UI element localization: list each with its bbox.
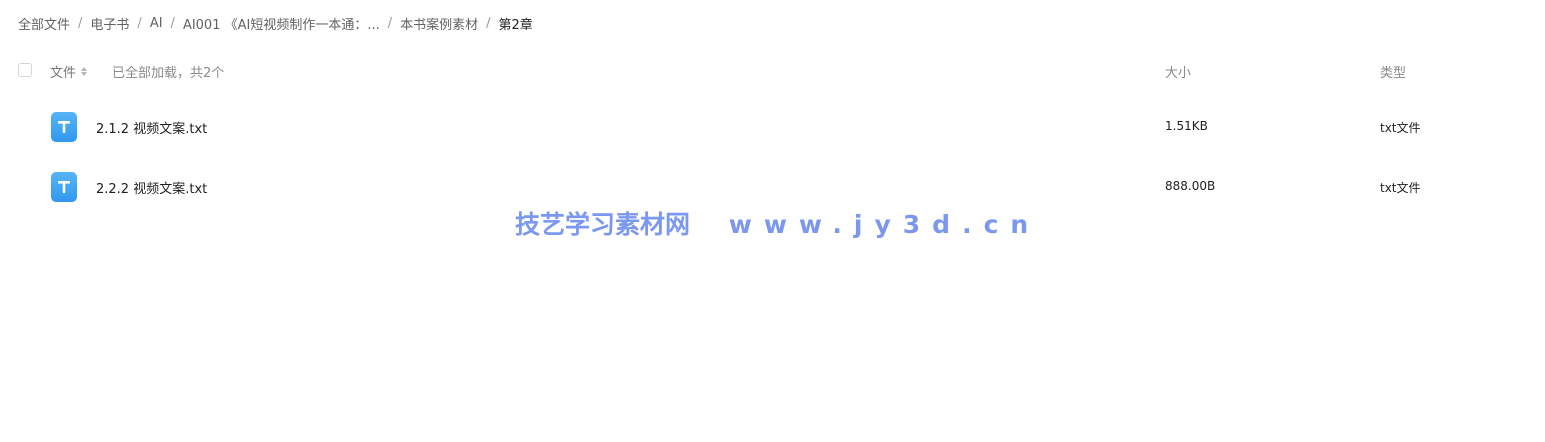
breadcrumb-separator: /: [486, 15, 491, 31]
breadcrumb-separator: /: [170, 15, 175, 31]
watermark-url: www.jy3d.cn: [728, 210, 1041, 239]
breadcrumb-ebook[interactable]: 电子书: [90, 14, 129, 33]
breadcrumb-all-files[interactable]: 全部文件: [18, 14, 70, 33]
load-status-text: 已全部加载，共2个: [112, 66, 225, 81]
breadcrumb-separator: /: [137, 15, 142, 31]
breadcrumb-ai001-book[interactable]: AI001 《AI短视频制作一本通：...: [183, 14, 380, 33]
file-name[interactable]: 2.2.2 视频文案.txt: [96, 178, 207, 197]
watermark: 技艺学习素材网 www.jy3d.cn: [515, 205, 1040, 241]
breadcrumb-case-materials[interactable]: 本书案例素材: [400, 14, 478, 33]
file-name[interactable]: 2.1.2 视频文案.txt: [96, 118, 207, 137]
breadcrumb-separator: /: [387, 15, 393, 31]
txt-file-icon: [51, 112, 77, 142]
file-type: txt文件: [1380, 121, 1421, 135]
txt-file-icon: [51, 172, 77, 202]
type-column-header[interactable]: 类型: [1380, 62, 1406, 81]
breadcrumb-ai[interactable]: AI: [150, 16, 163, 31]
file-size: 888.00B: [1165, 179, 1216, 193]
select-all-checkbox[interactable]: [18, 63, 32, 77]
size-column-header[interactable]: 大小: [1165, 62, 1191, 81]
file-type: txt文件: [1380, 181, 1421, 195]
sort-icon[interactable]: [81, 67, 88, 76]
breadcrumb-current-chapter: 第2章: [498, 17, 533, 33]
file-column-label: 文件: [50, 66, 77, 81]
file-list-header: 文件 已全部加载，共2个 大小 类型: [0, 58, 1545, 84]
watermark-site-name: 技艺学习素材网: [515, 210, 691, 239]
breadcrumb-separator: /: [78, 15, 83, 31]
file-column-header[interactable]: 文件: [50, 62, 88, 81]
file-size: 1.51KB: [1165, 119, 1208, 133]
file-row[interactable]: 2.1.2 视频文案.txt 1.51KB txt文件: [0, 107, 1545, 147]
file-row[interactable]: 2.2.2 视频文案.txt 888.00B txt文件: [0, 167, 1545, 207]
breadcrumb: 全部文件 / 电子书 / AI / AI001 《AI短视频制作一本通：... …: [18, 12, 533, 34]
